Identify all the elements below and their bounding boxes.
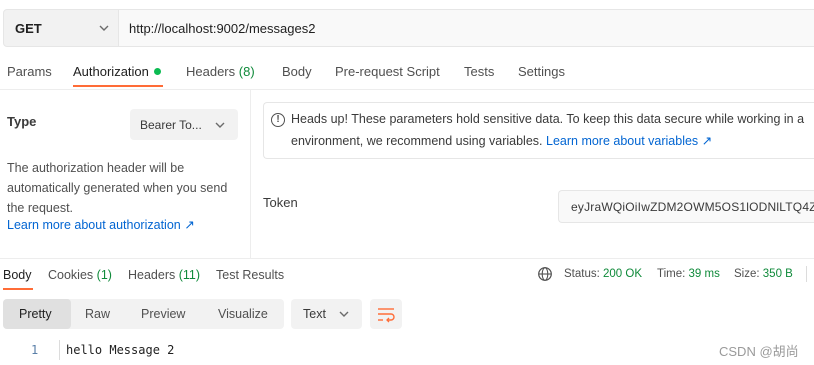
token-value: eyJraWQiOiIwZDM2OWM5OS1lODNlLTQ4Z: [571, 200, 814, 214]
response-body-text: hello Message 2: [66, 343, 175, 357]
tab-headers[interactable]: Headers (8): [186, 64, 255, 79]
tab-settings[interactable]: Settings: [518, 64, 565, 79]
size-label: Size:: [734, 268, 760, 280]
format-pretty-label: Pretty: [19, 307, 52, 321]
response-tab-headers-label: Headers: [128, 268, 176, 282]
chevron-down-icon: [339, 311, 349, 317]
chevron-down-icon: [215, 122, 225, 128]
auth-type-select[interactable]: Bearer To...: [130, 109, 238, 140]
status-label: Status:: [564, 268, 600, 280]
response-tab-cookies-label: Cookies: [48, 268, 94, 282]
url-text: http://localhost:9002/messages2: [129, 21, 316, 36]
size-value: 350 B: [762, 268, 793, 280]
chevron-down-icon: [99, 25, 109, 31]
tab-body[interactable]: Body: [282, 64, 312, 79]
wrap-lines-icon: [378, 308, 395, 323]
time-label: Time:: [657, 268, 686, 280]
response-tab-cookies-count: (1): [96, 268, 112, 282]
method-select[interactable]: GET: [3, 9, 119, 47]
auth-description-line: automatically generated when you send: [7, 181, 228, 195]
response-tab-headers-count: (11): [178, 268, 201, 282]
response-type-value: Text: [303, 307, 326, 321]
response-status: Status: 200 OK: [564, 268, 642, 280]
response-size: Size: 350 B: [734, 268, 793, 280]
notice-text-line2: environment, we recommend using variable…: [291, 133, 712, 148]
watermark: CSDN @胡尚: [719, 344, 799, 359]
tab-params[interactable]: Params: [7, 64, 52, 79]
token-input[interactable]: eyJraWQiOiIwZDM2OWM5OS1lODNlLTQ4Z: [558, 190, 814, 223]
response-tab-cookies[interactable]: Cookies (1): [48, 268, 112, 282]
method-label: GET: [15, 21, 42, 36]
notice-text-line2-body: environment, we recommend using variable…: [291, 134, 543, 148]
divider: [806, 266, 807, 282]
response-tab-headers[interactable]: Headers (11): [128, 268, 200, 282]
url-input[interactable]: http://localhost:9002/messages2: [119, 9, 814, 47]
response-time: Time: 39 ms: [657, 268, 720, 280]
wrap-lines-button[interactable]: [370, 299, 402, 329]
divider: [0, 258, 814, 259]
globe-icon[interactable]: [537, 266, 553, 282]
divider: [250, 90, 251, 258]
response-tab-test-results[interactable]: Test Results: [216, 268, 284, 282]
format-pretty-button[interactable]: Pretty: [3, 299, 71, 329]
format-raw-button[interactable]: Raw: [85, 307, 110, 321]
status-value: 200 OK: [603, 268, 643, 280]
tab-prerequest-script[interactable]: Pre-request Script: [335, 64, 440, 79]
active-tab-indicator: [3, 288, 33, 290]
code-gutter: [59, 340, 60, 360]
format-visualize-button[interactable]: Visualize: [218, 307, 268, 321]
learn-more-authorization-link[interactable]: Learn more about authorization ↗: [7, 217, 195, 232]
auth-description-line: the request.: [7, 201, 74, 215]
response-tab-body[interactable]: Body: [3, 268, 32, 282]
tab-authorization-label: Authorization: [73, 64, 149, 79]
learn-more-variables-link[interactable]: Learn more about variables ↗: [546, 134, 712, 148]
active-dot-icon: [153, 68, 161, 75]
tab-authorization[interactable]: Authorization: [73, 64, 161, 79]
auth-description: The authorization header will be automat…: [7, 158, 247, 218]
format-preview-button[interactable]: Preview: [141, 307, 185, 321]
tab-tests[interactable]: Tests: [464, 64, 494, 79]
token-label: Token: [263, 195, 298, 210]
time-value: 39 ms: [688, 268, 720, 280]
auth-description-line: The authorization header will be: [7, 161, 185, 175]
notice-text-line1: Heads up! These parameters hold sensitiv…: [291, 112, 805, 126]
response-format-group: Pretty Raw Preview Visualize: [3, 299, 284, 329]
auth-type-value: Bearer To...: [140, 118, 202, 132]
tab-headers-label: Headers: [186, 64, 236, 79]
tab-headers-count: (8): [238, 64, 255, 79]
sensitive-data-notice: ! Heads up! These parameters hold sensit…: [263, 102, 814, 159]
auth-type-label: Type: [7, 114, 37, 129]
line-number: 1: [31, 343, 39, 357]
response-type-select[interactable]: Text: [291, 299, 362, 329]
divider: [0, 89, 814, 90]
active-tab-indicator: [73, 85, 163, 87]
info-icon: !: [271, 113, 285, 127]
